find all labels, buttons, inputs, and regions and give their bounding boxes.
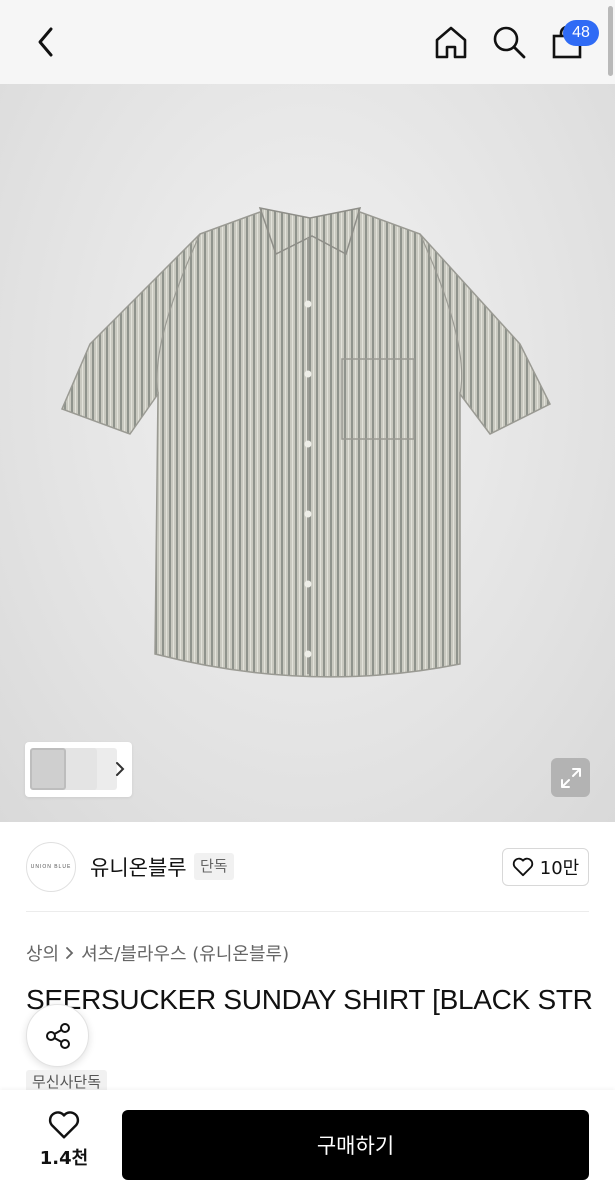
thumbnail-strip[interactable] xyxy=(25,742,132,797)
share-button[interactable] xyxy=(26,1004,89,1067)
expand-button[interactable] xyxy=(551,758,590,797)
breadcrumb: 상의 셔츠/블라우스 (유니온블루) xyxy=(26,940,289,966)
brand-exclusive-badge: 단독 xyxy=(194,853,234,880)
product-image xyxy=(60,207,552,678)
back-icon xyxy=(38,27,53,57)
thumbnail-1[interactable] xyxy=(30,748,66,790)
heart-icon xyxy=(512,857,533,877)
search-icon xyxy=(493,26,526,59)
brand-logo[interactable]: UNION BLUE xyxy=(26,842,76,892)
brand-like-count: 10만 xyxy=(539,858,580,879)
thumbnail-2[interactable] xyxy=(61,748,97,790)
divider xyxy=(26,911,589,912)
heart-icon xyxy=(48,1111,80,1139)
home-icon xyxy=(435,26,467,59)
product-title: SEERSUCKER SUNDAY SHIRT [BLACK STR xyxy=(26,984,593,1015)
brand-logo-text: UNION BLUE xyxy=(30,864,72,870)
top-header: 48 xyxy=(0,0,615,84)
chevron-right-icon xyxy=(65,946,75,960)
product-image-gallery[interactable] xyxy=(0,84,615,822)
expand-icon xyxy=(560,767,581,788)
chevron-right-icon xyxy=(116,762,125,776)
bottom-action-bar: 1.4천 구매하기 xyxy=(0,1090,615,1200)
brand-name[interactable]: 유니온블루 xyxy=(90,852,187,882)
back-button[interactable] xyxy=(28,22,64,62)
wishlist-button[interactable]: 1.4천 xyxy=(30,1110,98,1180)
breadcrumb-item[interactable]: 셔츠/블라우스 (유니온블루) xyxy=(81,940,289,966)
breadcrumb-item[interactable]: 상의 xyxy=(26,940,59,966)
search-button[interactable] xyxy=(489,22,529,62)
wishlist-count: 1.4천 xyxy=(39,1148,89,1169)
buy-button[interactable]: 구매하기 xyxy=(122,1110,589,1180)
share-icon xyxy=(45,1022,70,1049)
home-button[interactable] xyxy=(431,22,471,62)
brand-like-button[interactable]: 10만 xyxy=(502,848,589,886)
cart-count-badge: 48 xyxy=(563,20,599,46)
scrollbar-thumb[interactable] xyxy=(608,6,613,76)
